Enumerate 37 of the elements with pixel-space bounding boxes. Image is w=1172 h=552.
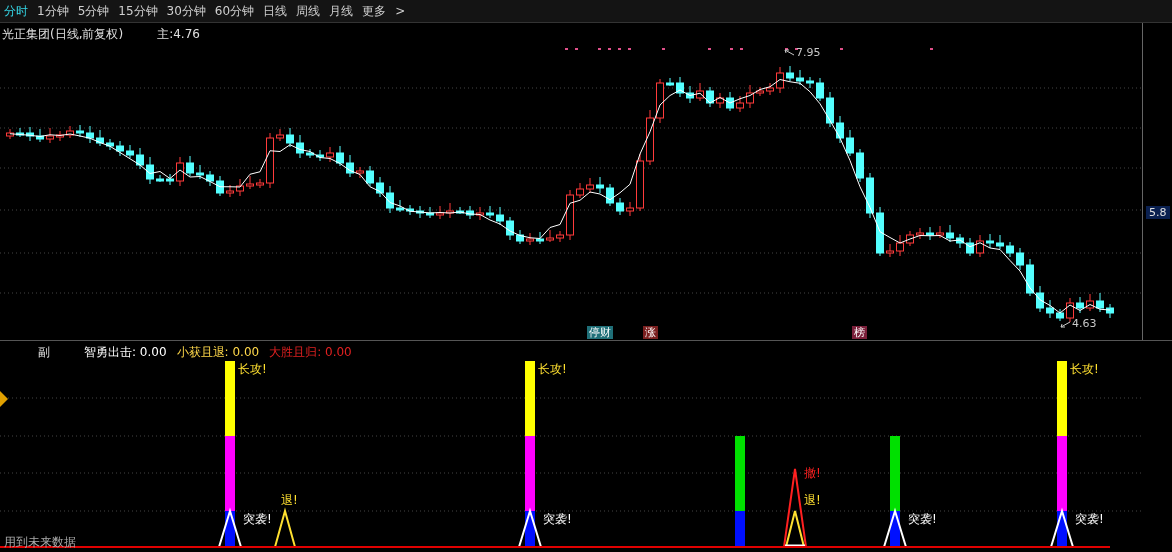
main-value: 主:4.76 xyxy=(157,26,200,43)
signal-label: 突袭! xyxy=(1075,512,1104,526)
event-marker[interactable]: 停财 xyxy=(587,326,613,339)
signal-label: 长攻! xyxy=(238,362,267,376)
legend-value: 小获且退: 0.00 xyxy=(176,344,260,361)
signal-label: 退! xyxy=(804,493,821,507)
signal-label: 突袭! xyxy=(908,512,937,526)
signal-label: 长攻! xyxy=(1070,362,1099,376)
signal-label: 撤! xyxy=(804,466,821,480)
event-marker[interactable]: 榜 xyxy=(852,326,867,339)
arrow-icon xyxy=(1060,319,1070,328)
period-tab[interactable]: 1分钟 xyxy=(37,3,69,19)
stock-title: 光正集团(日线,前复权) xyxy=(2,26,124,43)
period-tab[interactable]: 60分钟 xyxy=(214,3,255,19)
period-tab[interactable]: 更多 xyxy=(362,3,387,19)
signal-label: 突袭! xyxy=(243,512,272,526)
signal-label: 退! xyxy=(281,493,298,507)
indicator-name: 副 xyxy=(38,344,50,361)
legend-value: 智勇出击: 0.00 xyxy=(84,344,167,361)
period-tab[interactable]: 30分钟 xyxy=(166,3,206,19)
signal-label: 长攻! xyxy=(538,362,567,376)
price-axis-label: 5.8 xyxy=(1146,206,1170,219)
future-data-note: 用到未来数据 xyxy=(4,534,76,551)
period-tab[interactable]: 日线 xyxy=(263,3,288,19)
period-tab[interactable]: 15分钟 xyxy=(118,3,158,19)
period-tab[interactable]: 5分钟 xyxy=(77,3,110,19)
signal-label: 突袭! xyxy=(543,512,572,526)
arrow-icon xyxy=(784,48,794,57)
period-tab[interactable]: 分时 xyxy=(4,3,28,19)
more-arrow[interactable]: > xyxy=(395,3,406,19)
legend-value: 大胜且归: 0.00 xyxy=(269,344,352,361)
period-tab[interactable]: 周线 xyxy=(296,3,321,19)
high-price-label: 7.95 xyxy=(796,46,821,59)
period-tab[interactable]: 月线 xyxy=(329,3,354,19)
low-price-label: 4.63 xyxy=(1072,317,1097,330)
collapse-arrow-icon[interactable] xyxy=(0,391,8,407)
event-marker[interactable]: 涨 xyxy=(643,326,658,339)
